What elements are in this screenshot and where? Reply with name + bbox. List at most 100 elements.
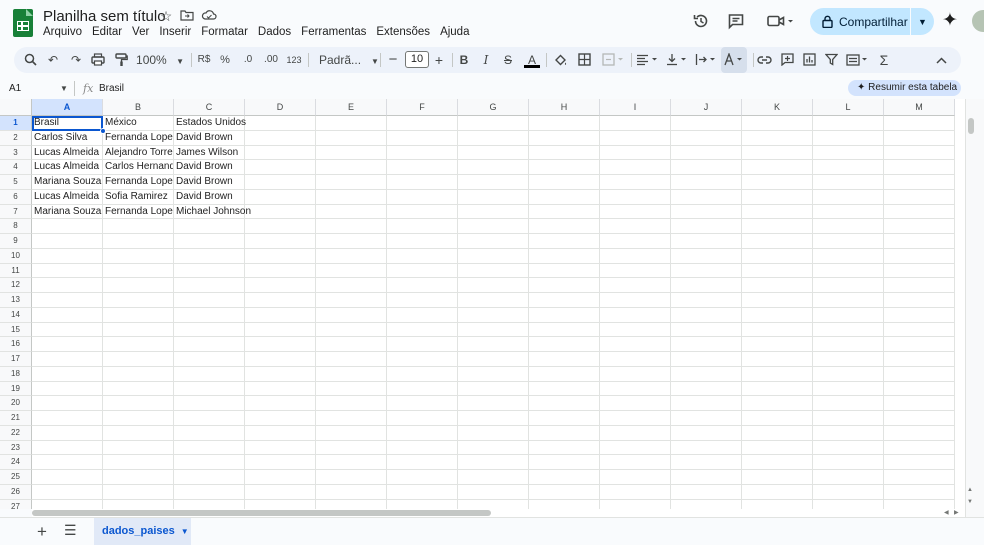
cell-k22[interactable] — [742, 425, 813, 441]
cell-b14[interactable] — [103, 307, 174, 323]
cell-b23[interactable] — [103, 440, 174, 456]
cell-i23[interactable] — [600, 440, 671, 456]
redo-icon[interactable]: ↷ — [68, 47, 84, 73]
cell-j17[interactable] — [671, 352, 742, 367]
row-header-18[interactable]: 18 — [0, 366, 32, 382]
cell-c18[interactable] — [174, 366, 245, 382]
document-title[interactable]: Planilha sem título — [43, 8, 166, 25]
cell-d18[interactable] — [245, 366, 316, 382]
zoom-select[interactable]: 100% ▼ — [135, 47, 185, 73]
comments-icon[interactable] — [726, 12, 746, 32]
cell-d27[interactable] — [245, 499, 316, 509]
cell-f18[interactable] — [387, 366, 458, 382]
cell-f15[interactable] — [387, 322, 458, 338]
cell-k14[interactable] — [742, 307, 813, 323]
cell-c15[interactable] — [174, 322, 245, 338]
cell-j15[interactable] — [671, 322, 742, 338]
paint-format-icon[interactable] — [113, 47, 129, 73]
cell-i24[interactable] — [600, 455, 671, 470]
cell-j27[interactable] — [671, 499, 742, 509]
row-header-1[interactable]: 1 — [0, 116, 32, 131]
cell-j25[interactable] — [671, 470, 742, 485]
cell-j8[interactable] — [671, 219, 742, 234]
cell-d10[interactable] — [245, 248, 316, 264]
functions-icon[interactable]: Σ — [877, 47, 891, 73]
borders-icon[interactable] — [576, 47, 592, 73]
row-header-19[interactable]: 19 — [0, 381, 32, 397]
cell-m22[interactable] — [884, 425, 955, 441]
row-header-8[interactable]: 8 — [0, 219, 32, 234]
cell-a19[interactable] — [32, 381, 103, 397]
cell-b13[interactable] — [103, 293, 174, 308]
cell-c13[interactable] — [174, 293, 245, 308]
cell-m7[interactable] — [884, 204, 955, 220]
insert-chart-icon[interactable] — [801, 47, 817, 73]
video-call-icon[interactable] — [765, 12, 797, 32]
cell-l2[interactable] — [813, 130, 884, 146]
cell-g26[interactable] — [458, 484, 529, 500]
cell-j16[interactable] — [671, 337, 742, 352]
cell-h4[interactable] — [529, 160, 600, 175]
decrease-font-size-icon[interactable]: − — [386, 47, 400, 73]
cell-b7[interactable]: Fernanda Lopez — [103, 204, 174, 220]
cell-d26[interactable] — [245, 484, 316, 500]
formula-input[interactable]: Brasil — [99, 83, 124, 94]
cell-k26[interactable] — [742, 484, 813, 500]
cell-k8[interactable] — [742, 219, 813, 234]
cell-i27[interactable] — [600, 499, 671, 509]
text-wrapping-icon[interactable] — [694, 47, 720, 73]
cell-c22[interactable] — [174, 425, 245, 441]
vertical-scroll-thumb[interactable] — [968, 118, 974, 134]
cell-h8[interactable] — [529, 219, 600, 234]
bold-icon[interactable]: B — [457, 47, 471, 73]
cell-a5[interactable]: Mariana Souza — [32, 175, 103, 190]
cell-e1[interactable] — [316, 116, 387, 131]
cell-j14[interactable] — [671, 307, 742, 323]
horizontal-scroll-thumb[interactable] — [32, 510, 491, 516]
cell-d5[interactable] — [245, 175, 316, 190]
column-header-f[interactable]: F — [387, 99, 458, 116]
merge-cells-icon[interactable] — [600, 47, 628, 73]
cell-m3[interactable] — [884, 145, 955, 161]
text-color-icon[interactable]: A — [524, 47, 540, 73]
cell-m17[interactable] — [884, 352, 955, 367]
cell-e18[interactable] — [316, 366, 387, 382]
cell-g14[interactable] — [458, 307, 529, 323]
cell-m4[interactable] — [884, 160, 955, 175]
gemini-icon[interactable]: ✦ — [942, 9, 958, 32]
cell-f20[interactable] — [387, 396, 458, 411]
cell-g18[interactable] — [458, 366, 529, 382]
cell-i5[interactable] — [600, 175, 671, 190]
cell-k2[interactable] — [742, 130, 813, 146]
cell-b9[interactable] — [103, 234, 174, 249]
cell-b15[interactable] — [103, 322, 174, 338]
cell-d3[interactable] — [245, 145, 316, 161]
column-header-i[interactable]: I — [600, 99, 671, 116]
column-header-h[interactable]: H — [529, 99, 600, 116]
cell-f10[interactable] — [387, 248, 458, 264]
decrease-decimal-button[interactable]: .0 — [239, 47, 257, 73]
scroll-up-arrow-icon[interactable]: ▲ — [967, 487, 973, 493]
cell-e3[interactable] — [316, 145, 387, 161]
cell-c27[interactable] — [174, 499, 245, 509]
cell-m11[interactable] — [884, 263, 955, 279]
cell-h19[interactable] — [529, 381, 600, 397]
cell-j20[interactable] — [671, 396, 742, 411]
cell-j2[interactable] — [671, 130, 742, 146]
cell-g4[interactable] — [458, 160, 529, 175]
avatar[interactable] — [972, 10, 984, 32]
cell-h6[interactable] — [529, 189, 600, 205]
more-formats-button[interactable]: 123 — [285, 47, 303, 73]
cell-l21[interactable] — [813, 411, 884, 426]
cell-m23[interactable] — [884, 440, 955, 456]
cell-g8[interactable] — [458, 219, 529, 234]
cell-i18[interactable] — [600, 366, 671, 382]
cloud-status-icon[interactable] — [200, 8, 218, 25]
row-header-15[interactable]: 15 — [0, 322, 32, 338]
cell-f5[interactable] — [387, 175, 458, 190]
row-header-22[interactable]: 22 — [0, 425, 32, 441]
cell-j22[interactable] — [671, 425, 742, 441]
cell-d24[interactable] — [245, 455, 316, 470]
font-size-input[interactable]: 10 — [405, 51, 429, 68]
cell-k24[interactable] — [742, 455, 813, 470]
